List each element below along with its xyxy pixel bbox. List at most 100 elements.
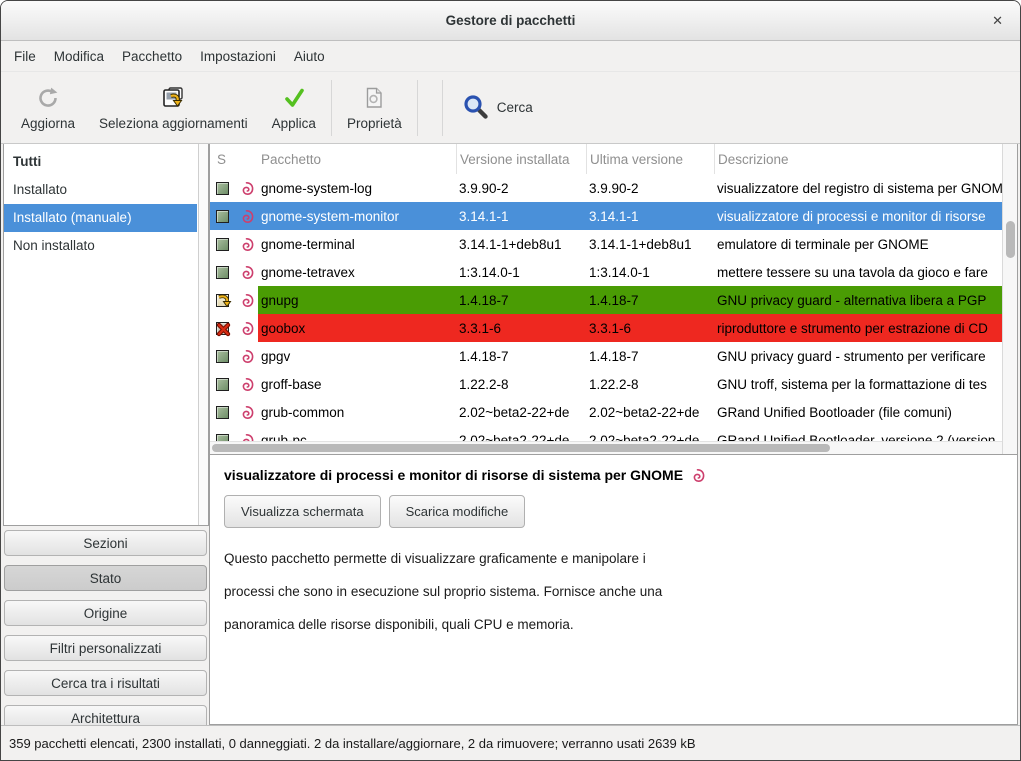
filter-item-non-installato[interactable]: Non installato: [4, 232, 197, 260]
column-header-package[interactable]: Pacchetto: [258, 144, 456, 174]
statusbar: 359 pacchetti elencati, 2300 installati,…: [1, 725, 1020, 760]
status-icon-remove[interactable]: [216, 322, 229, 335]
installed-version: 1.4.18-7: [456, 342, 586, 370]
package-name: gnome-system-monitor: [258, 202, 456, 230]
installed-version: 1:3.14.0-1: [456, 258, 586, 286]
latest-version: 1.4.18-7: [586, 342, 714, 370]
menu-modifica[interactable]: Modifica: [45, 44, 113, 69]
download-changelog-button[interactable]: Scarica modifiche: [389, 495, 526, 528]
status-icon[interactable]: [216, 266, 229, 279]
status-icon[interactable]: [216, 182, 229, 195]
left-panel: Tutti Installato Installato (manuale) No…: [1, 144, 209, 725]
search-results-button[interactable]: Cerca tra i risultati: [4, 670, 207, 696]
detail-description-line: panoramica delle risorse disponibili, qu…: [224, 608, 1003, 641]
debian-swirl-icon: [239, 293, 254, 308]
debian-swirl-icon: [239, 237, 254, 252]
package-name: gnupg: [258, 286, 456, 314]
status-button[interactable]: Stato: [4, 565, 207, 591]
close-icon[interactable]: ✕: [987, 11, 1008, 31]
installed-version: 3.9.90-2: [456, 174, 586, 202]
table-row[interactable]: grub-common 2.02~beta2-22+de 2.02~beta2-…: [210, 398, 1002, 426]
detail-title: visualizzatore di processi e monitor di …: [224, 467, 683, 483]
properties-button[interactable]: Proprietà: [335, 81, 414, 135]
installed-version: 3.14.1-1: [456, 202, 586, 230]
table-row[interactable]: gnome-terminal 3.14.1-1+deb8u1 3.14.1-1+…: [210, 230, 1002, 258]
table-row-marked-reinstall[interactable]: gnupg 1.4.18-7 1.4.18-7 GNU privacy guar…: [210, 286, 1002, 314]
menu-pacchetto[interactable]: Pacchetto: [113, 44, 191, 69]
package-description: GNU privacy guard - strumento per verifi…: [714, 342, 1002, 370]
table-row[interactable]: gnome-system-log 3.9.90-2 3.9.90-2 visua…: [210, 174, 1002, 202]
filter-list[interactable]: Tutti Installato Installato (manuale) No…: [3, 144, 209, 526]
detail-description: Questo pacchetto permette di visualizzar…: [224, 542, 1003, 641]
detail-description-line: Questo pacchetto permette di visualizzar…: [224, 542, 1003, 575]
vertical-scrollbar[interactable]: [1002, 144, 1017, 454]
menu-file[interactable]: File: [5, 44, 45, 69]
debian-swirl-icon: [239, 321, 254, 336]
column-header-latest-version[interactable]: Ultima versione: [586, 144, 714, 174]
toolbar-separator: [331, 80, 332, 136]
menu-aiuto[interactable]: Aiuto: [285, 44, 334, 69]
horizontal-scrollbar-thumb[interactable]: [212, 444, 830, 452]
reload-button[interactable]: Aggiorna: [9, 81, 87, 135]
status-icon[interactable]: [216, 378, 229, 391]
vertical-scrollbar-thumb[interactable]: [1006, 221, 1015, 258]
column-header-installed-version[interactable]: Versione installata: [456, 144, 586, 174]
package-name: goobox: [258, 314, 456, 342]
apply-button[interactable]: Applica: [260, 81, 328, 135]
package-description: visualizzatore del registro di sistema p…: [714, 174, 1002, 202]
column-header-icon[interactable]: [236, 144, 258, 174]
package-name: gnome-system-log: [258, 174, 456, 202]
debian-swirl-icon: [239, 405, 254, 420]
status-icon[interactable]: [216, 406, 229, 419]
debian-swirl-icon: [690, 468, 705, 483]
menubar: File Modifica Pacchetto Impostazioni Aiu…: [1, 41, 1020, 71]
status-icon[interactable]: [216, 350, 229, 363]
package-description: GNU troff, sistema per la formattazione …: [714, 370, 1002, 398]
origin-button[interactable]: Origine: [4, 600, 207, 626]
search-label: Cerca: [497, 100, 533, 115]
reload-label: Aggiorna: [21, 116, 75, 131]
latest-version: 1.22.2-8: [586, 370, 714, 398]
filter-item-installato[interactable]: Installato: [4, 176, 197, 204]
package-description: mettere tessere su una tavola da gioco e…: [714, 258, 1002, 286]
titlebar[interactable]: Gestore di pacchetti ✕: [1, 1, 1020, 41]
detail-description-line: processi che sono in esecuzione sul prop…: [224, 575, 1003, 608]
table-row-selected[interactable]: gnome-system-monitor 3.14.1-1 3.14.1-1 v…: [210, 202, 1002, 230]
table-row[interactable]: gpgv 1.4.18-7 1.4.18-7 GNU privacy guard…: [210, 342, 1002, 370]
filter-item-tutti[interactable]: Tutti: [4, 148, 197, 176]
column-header-status[interactable]: S: [210, 144, 236, 174]
menu-impostazioni[interactable]: Impostazioni: [191, 44, 285, 69]
reload-icon: [35, 85, 61, 111]
installed-version: 1.22.2-8: [456, 370, 586, 398]
properties-label: Proprietà: [347, 116, 402, 131]
sections-button[interactable]: Sezioni: [4, 530, 207, 556]
apply-label: Applica: [272, 116, 316, 131]
table-row-marked-removal[interactable]: goobox 3.3.1-6 3.3.1-6 riproduttore e st…: [210, 314, 1002, 342]
package-name: gpgv: [258, 342, 456, 370]
table-row[interactable]: gnome-tetravex 1:3.14.0-1 1:3.14.0-1 met…: [210, 258, 1002, 286]
search-icon: [462, 93, 489, 123]
filter-scrollbar-track[interactable]: [198, 144, 208, 525]
status-icon-reinstall[interactable]: [216, 294, 229, 307]
column-header-description[interactable]: Descrizione: [714, 144, 1002, 174]
mark-all-upgrades-icon: [160, 85, 186, 111]
status-icon[interactable]: [216, 210, 229, 223]
debian-swirl-icon: [239, 349, 254, 364]
package-description: visualizzatore di processi e monitor di …: [714, 202, 1002, 230]
custom-filters-button[interactable]: Filtri personalizzati: [4, 635, 207, 661]
window-title: Gestore di pacchetti: [446, 13, 576, 28]
status-icon[interactable]: [216, 238, 229, 251]
package-table: S Pacchetto Versione installata Ultima v…: [210, 144, 1017, 454]
package-name: grub-common: [258, 398, 456, 426]
latest-version: 3.14.1-1: [586, 202, 714, 230]
right-panel: S Pacchetto Versione installata Ultima v…: [209, 144, 1018, 725]
horizontal-scrollbar[interactable]: [210, 441, 1002, 454]
latest-version: 3.9.90-2: [586, 174, 714, 202]
toolbar: Aggiorna Seleziona aggiornamenti: [1, 71, 1020, 144]
search-button[interactable]: Cerca: [452, 89, 543, 127]
filter-item-installato-manuale[interactable]: Installato (manuale): [4, 204, 197, 232]
package-description: GNU privacy guard - alternativa libera a…: [714, 286, 1002, 314]
view-screenshot-button[interactable]: Visualizza schermata: [224, 495, 381, 528]
mark-all-upgrades-button[interactable]: Seleziona aggiornamenti: [87, 81, 260, 135]
table-row[interactable]: groff-base 1.22.2-8 1.22.2-8 GNU troff, …: [210, 370, 1002, 398]
